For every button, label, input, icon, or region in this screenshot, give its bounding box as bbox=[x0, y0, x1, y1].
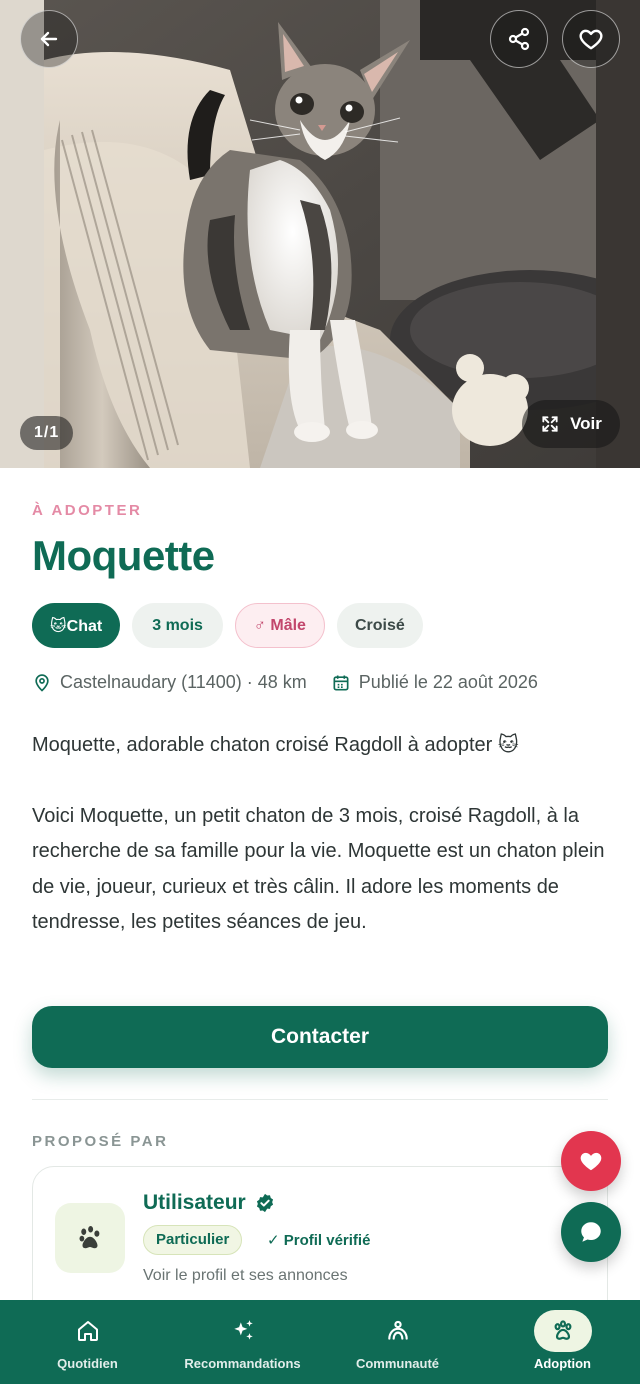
floating-chat-button[interactable] bbox=[561, 1202, 621, 1262]
status-label: À ADOPTER bbox=[32, 502, 143, 519]
community-icon bbox=[381, 1314, 415, 1348]
owner-avatar bbox=[55, 1203, 125, 1273]
location-info: Castelnaudary (11400) · 48 km bbox=[32, 672, 307, 693]
paw-icon bbox=[79, 1226, 100, 1249]
calendar-icon bbox=[333, 675, 349, 690]
nav-label: Recommandations bbox=[184, 1356, 301, 1371]
share-button[interactable] bbox=[490, 10, 548, 68]
kitten-photo bbox=[0, 0, 640, 468]
heart-icon bbox=[580, 1152, 602, 1171]
bottom-navigation: Quotidien Recommandations Communauté Ado… bbox=[0, 1300, 640, 1384]
owner-name: Utilisateur bbox=[143, 1191, 246, 1214]
favorite-button[interactable] bbox=[562, 10, 620, 68]
owner-type-badge: Particulier bbox=[143, 1225, 243, 1255]
verified-badge-icon bbox=[256, 1193, 273, 1213]
nav-label: Adoption bbox=[533, 1356, 592, 1371]
chip-sex: ♂ Mâle bbox=[234, 603, 325, 648]
sparkles-icon bbox=[226, 1314, 260, 1348]
back-button[interactable] bbox=[20, 10, 78, 68]
photo-gallery[interactable]: 1/1 Voir bbox=[0, 0, 640, 468]
divider bbox=[32, 1099, 608, 1100]
published-info: Publié le 22 août 2026 bbox=[331, 672, 538, 693]
view-fullscreen-button[interactable]: Voir bbox=[522, 400, 620, 448]
pet-name: Moquette bbox=[32, 532, 215, 579]
chat-bubble-icon bbox=[581, 1222, 601, 1242]
chip-breed: Croisé bbox=[336, 603, 423, 648]
nav-label: Quotidien bbox=[57, 1356, 118, 1371]
listing-meta: Castelnaudary (11400) · 48 km Publié le … bbox=[32, 672, 538, 693]
photo-counter: 1/1 bbox=[20, 416, 74, 450]
nav-item-recommandations[interactable]: Recommandations bbox=[175, 1300, 310, 1384]
contact-button[interactable]: Contacter bbox=[32, 1006, 608, 1068]
nav-label: Communauté bbox=[355, 1356, 440, 1371]
view-label: Voir bbox=[570, 414, 602, 433]
description-title: Moquette, adorable chaton croisé Ragdoll… bbox=[32, 734, 519, 756]
owner-profile-link[interactable]: Voir le profil et ses annonces bbox=[143, 1267, 348, 1285]
owner-name-row: Utilisateur bbox=[143, 1191, 276, 1215]
arrow-left-icon bbox=[40, 31, 58, 47]
chip-age: 3 mois bbox=[132, 603, 223, 648]
share-icon bbox=[508, 27, 530, 51]
nav-item-adoption[interactable]: Adoption bbox=[485, 1300, 640, 1384]
published-text: Publié le 22 août 2026 bbox=[358, 672, 538, 692]
verified-profile-label: ✓ Profil vérifié bbox=[267, 1232, 371, 1249]
heart-outline-icon bbox=[579, 29, 603, 50]
map-pin-icon bbox=[35, 673, 49, 692]
description: Moquette, adorable chaton croisé Ragdoll… bbox=[32, 728, 608, 941]
location-text: Castelnaudary (11400) · 48 km bbox=[60, 672, 307, 692]
owner-section-label: PROPOSÉ PAR bbox=[32, 1133, 169, 1150]
attribute-chips: 🐱Chat 3 mois ♂ Mâle Croisé bbox=[32, 603, 423, 648]
chip-type: 🐱Chat bbox=[32, 603, 121, 648]
home-icon bbox=[71, 1314, 105, 1348]
nav-item-communaute[interactable]: Communauté bbox=[310, 1300, 485, 1384]
floating-favorite-button[interactable] bbox=[561, 1131, 621, 1191]
paw-icon bbox=[533, 1310, 592, 1352]
description-body: Voici Moquette, un petit chaton de 3 moi… bbox=[32, 804, 605, 934]
nav-item-quotidien[interactable]: Quotidien bbox=[0, 1300, 175, 1384]
expand-icon bbox=[542, 416, 558, 432]
